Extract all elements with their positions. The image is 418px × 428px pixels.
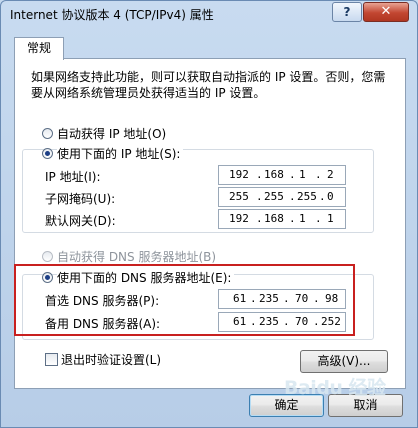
tab-general[interactable]: 常规 xyxy=(14,37,64,60)
description-text: 如果网络支持此功能，则可以获取自动指派的 IP 设置。否则，您需要从网络系统管理… xyxy=(31,70,386,100)
ip-auto-label[interactable]: 自动获得 IP 地址(O) xyxy=(57,125,166,142)
baidu-watermark: Baidu 经验 xyxy=(284,377,386,399)
subnet-mask-input[interactable]: 255. 255. 255. 0 xyxy=(218,187,346,207)
validate-settings-label[interactable]: 退出时验证设置(L) xyxy=(61,351,161,368)
window-title: Internet 协议版本 4 (TCP/IPv4) 属性 xyxy=(10,8,214,22)
dns-auto-label[interactable]: 自动获得 DNS 服务器地址(B) xyxy=(57,248,216,265)
ip-address-input[interactable]: 192. 168. 1. 2 xyxy=(218,165,346,185)
help-button[interactable]: ? xyxy=(332,2,362,22)
ip-manual-radio[interactable] xyxy=(42,148,53,159)
default-gateway-label: 默认网关(D): xyxy=(45,214,116,228)
subnet-mask-label: 子网掩码(U): xyxy=(45,192,116,206)
ip-auto-radio[interactable] xyxy=(42,128,53,139)
ip-manual-label[interactable]: 使用下面的 IP 地址(S): xyxy=(57,145,184,162)
ip-address-label: IP 地址(I): xyxy=(45,170,101,184)
close-icon: ✕ xyxy=(380,4,392,19)
dns-auto-radio[interactable] xyxy=(42,251,53,262)
close-button[interactable]: ✕ xyxy=(363,2,409,22)
general-panel: 如果网络支持此功能，则可以获取自动指派的 IP 设置。否则，您需要从网络系统管理… xyxy=(14,58,406,389)
validate-settings-checkbox[interactable] xyxy=(45,353,58,366)
title-bar[interactable]: Internet 协议版本 4 (TCP/IPv4) 属性 ? ✕ xyxy=(1,1,417,25)
dialog-window: Internet 协议版本 4 (TCP/IPv4) 属性 ? ✕ 常规 如果网… xyxy=(0,0,418,428)
dns-highlight-box xyxy=(14,264,355,336)
default-gateway-input[interactable]: 192. 168. 1. 1 xyxy=(218,209,346,229)
advanced-button[interactable]: 高级(V)... xyxy=(300,350,388,373)
